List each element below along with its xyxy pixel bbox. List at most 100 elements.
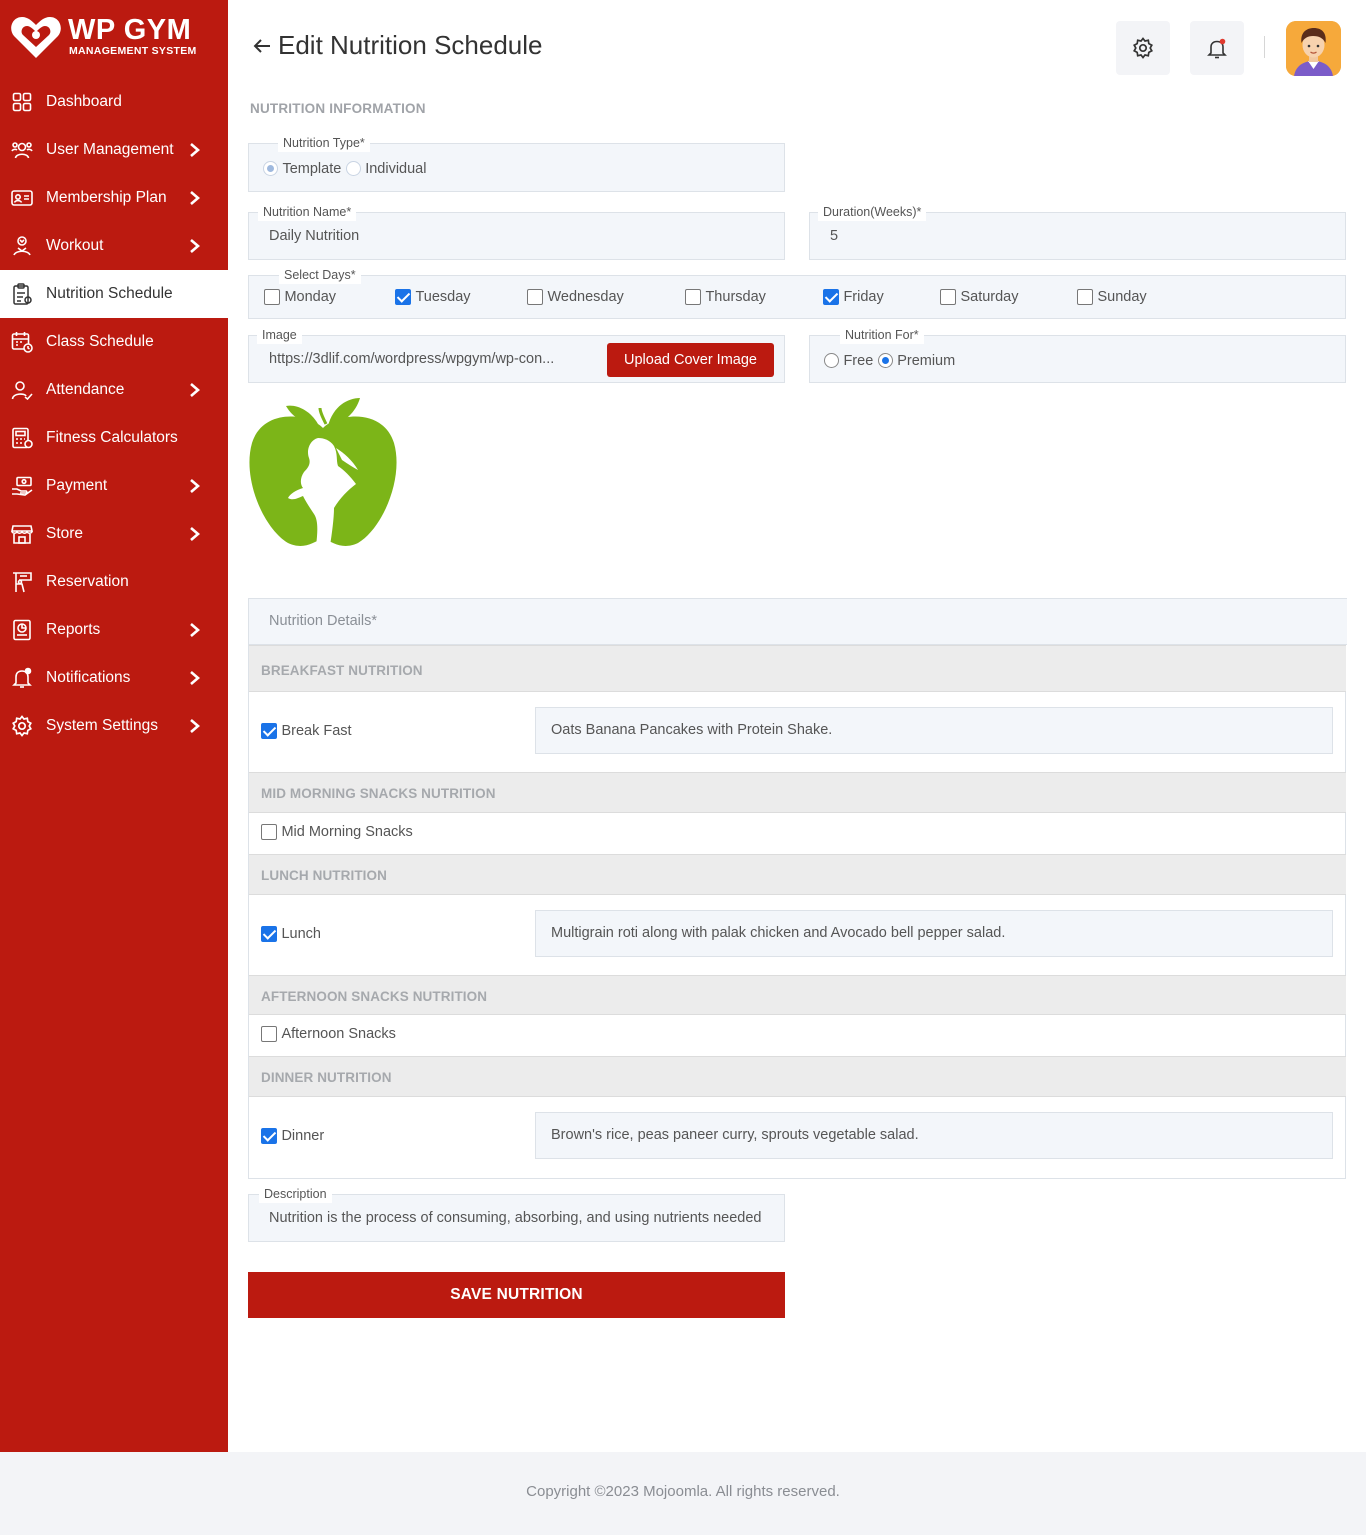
sidebar-nav: Dashboard User Management Membership Pla… bbox=[0, 78, 228, 750]
day-thursday[interactable]: Thursday bbox=[685, 288, 766, 306]
back-arrow-icon[interactable] bbox=[250, 34, 274, 58]
breakfast-input[interactable]: Oats Banana Pancakes with Protein Shake. bbox=[535, 707, 1333, 754]
tuesday-checkbox[interactable] bbox=[395, 288, 411, 305]
sidebar-item-label: Store bbox=[46, 525, 84, 542]
image-legend: Image bbox=[257, 326, 302, 344]
lunch-row[interactable]: Lunch bbox=[261, 925, 321, 943]
page-title: Edit Nutrition Schedule bbox=[278, 30, 543, 60]
saturday-checkbox[interactable] bbox=[940, 288, 956, 305]
chevron-right-icon bbox=[190, 623, 200, 637]
section-label-nutrition-information: NUTRITION INFORMATION bbox=[250, 101, 426, 116]
friday-checkbox[interactable] bbox=[823, 288, 839, 305]
nutrition-name-field[interactable]: Nutrition Name* Daily Nutrition bbox=[248, 203, 785, 260]
nutrition-for-field: Nutrition For* Free Premium bbox=[809, 326, 1346, 383]
lunch-section-header: LUNCH NUTRITION bbox=[249, 854, 1346, 895]
day-monday[interactable]: Monday bbox=[264, 288, 336, 306]
nutrition-details-label: Nutrition Details* bbox=[269, 613, 377, 629]
duration-weeks-value: 5 bbox=[830, 228, 839, 244]
thursday-checkbox[interactable] bbox=[685, 288, 701, 305]
report-icon bbox=[11, 619, 33, 641]
nutrition-details-panel: Nutrition Details* BREAKFAST NUTRITION B… bbox=[248, 598, 1347, 1179]
individual-radio-label: Individual bbox=[365, 160, 427, 177]
afternoon-row[interactable]: Afternoon Snacks bbox=[261, 1025, 396, 1043]
saturday-label: Saturday bbox=[960, 288, 1019, 305]
premium-radio[interactable] bbox=[877, 353, 893, 369]
calendar-icon bbox=[11, 331, 33, 353]
bell-icon bbox=[1207, 38, 1227, 59]
notifications-button[interactable] bbox=[1190, 21, 1244, 75]
avatar[interactable] bbox=[1286, 21, 1341, 76]
day-wednesday[interactable]: Wednesday bbox=[527, 288, 624, 306]
breakfast-checkbox[interactable] bbox=[261, 722, 277, 739]
sunday-checkbox[interactable] bbox=[1077, 288, 1093, 305]
duration-weeks-legend: Duration(Weeks)* bbox=[818, 203, 927, 221]
sidebar-item-nutrition-schedule[interactable]: Nutrition Schedule bbox=[0, 270, 228, 318]
sidebar-item-fitness-calculators[interactable]: Fitness Calculators bbox=[0, 414, 228, 462]
footer: Copyright ©2023 Mojoomla. All rights res… bbox=[0, 1452, 1366, 1535]
nutrition-name-value: Daily Nutrition bbox=[269, 228, 360, 244]
brand-logo[interactable]: WP GYM MANAGEMENT SYSTEM bbox=[10, 12, 220, 62]
sidebar-item-user-management[interactable]: User Management bbox=[0, 126, 228, 174]
lunch-input[interactable]: Multigrain roti along with palak chicken… bbox=[535, 910, 1333, 957]
sidebar-item-attendance[interactable]: Attendance bbox=[0, 366, 228, 414]
day-saturday[interactable]: Saturday bbox=[940, 288, 1019, 306]
store-icon bbox=[11, 523, 33, 545]
user-avatar-icon bbox=[1286, 21, 1341, 76]
sidebar-item-reports[interactable]: Reports bbox=[0, 606, 228, 654]
header-divider bbox=[1264, 36, 1265, 58]
sidebar-item-notifications[interactable]: Notifications bbox=[0, 654, 228, 702]
day-tuesday[interactable]: Tuesday bbox=[395, 288, 471, 306]
settings-button[interactable] bbox=[1116, 21, 1170, 75]
free-radio[interactable] bbox=[824, 353, 839, 369]
image-url-value[interactable]: https://3dlif.com/wordpress/wpgym/wp-con… bbox=[269, 351, 599, 367]
sidebar-item-label: Reports bbox=[46, 621, 101, 638]
sidebar-item-reservation[interactable]: Reservation bbox=[0, 558, 228, 606]
free-radio-label: Free bbox=[843, 352, 874, 369]
sidebar-item-class-schedule[interactable]: Class Schedule bbox=[0, 318, 228, 366]
breakfast-section-header: BREAKFAST NUTRITION bbox=[249, 645, 1346, 692]
mid-morning-section-title: MID MORNING SNACKS NUTRITION bbox=[261, 786, 496, 801]
afternoon-section-title: AFTERNOON SNACKS NUTRITION bbox=[261, 989, 488, 1004]
reservation-icon bbox=[11, 571, 33, 593]
dinner-row[interactable]: Dinner bbox=[261, 1127, 324, 1145]
description-field[interactable]: Description Nutrition is the process of … bbox=[248, 1185, 785, 1242]
dinner-section-title: DINNER NUTRITION bbox=[261, 1070, 392, 1085]
sidebar-item-store[interactable]: Store bbox=[0, 510, 228, 558]
save-nutrition-button[interactable]: SAVE NUTRITION bbox=[248, 1272, 785, 1318]
sidebar-item-label: Membership Plan bbox=[46, 189, 167, 206]
individual-radio[interactable] bbox=[345, 161, 361, 177]
mid-morning-checkbox[interactable] bbox=[261, 823, 277, 840]
brand-title: WP GYM bbox=[68, 14, 192, 46]
template-radio[interactable] bbox=[263, 161, 278, 177]
bell-icon bbox=[11, 667, 33, 689]
sidebar-item-payment[interactable]: Payment bbox=[0, 462, 228, 510]
sidebar-item-label: Dashboard bbox=[46, 93, 122, 110]
sidebar-item-dashboard[interactable]: Dashboard bbox=[0, 78, 228, 126]
lunch-label: Lunch bbox=[281, 925, 321, 942]
breakfast-row[interactable]: Break Fast bbox=[261, 722, 352, 740]
tuesday-label: Tuesday bbox=[415, 288, 471, 305]
lunch-checkbox[interactable] bbox=[261, 925, 277, 942]
day-friday[interactable]: Friday bbox=[823, 288, 884, 306]
dinner-input[interactable]: Brown's rice, peas paneer curry, sprouts… bbox=[535, 1112, 1333, 1159]
mid-morning-label: Mid Morning Snacks bbox=[281, 823, 413, 840]
sidebar-item-workout[interactable]: Workout bbox=[0, 222, 228, 270]
sidebar-item-system-settings[interactable]: System Settings bbox=[0, 702, 228, 750]
payment-hand-icon bbox=[11, 475, 33, 497]
sidebar-item-membership-plan[interactable]: Membership Plan bbox=[0, 174, 228, 222]
mid-morning-row[interactable]: Mid Morning Snacks bbox=[261, 823, 413, 841]
duration-weeks-field[interactable]: Duration(Weeks)* 5 bbox=[809, 203, 1346, 260]
monday-checkbox[interactable] bbox=[264, 288, 280, 305]
chevron-right-icon bbox=[190, 191, 200, 205]
wednesday-checkbox[interactable] bbox=[527, 288, 543, 305]
upload-cover-image-button[interactable]: Upload Cover Image bbox=[607, 343, 774, 377]
lunch-value: Multigrain roti along with palak chicken… bbox=[551, 925, 1006, 941]
breakfast-label: Break Fast bbox=[281, 722, 352, 739]
select-days-legend: Select Days* bbox=[279, 266, 361, 284]
day-sunday[interactable]: Sunday bbox=[1077, 288, 1147, 306]
nutrition-type-field: Nutrition Type* Template Individual bbox=[248, 134, 785, 192]
afternoon-checkbox[interactable] bbox=[261, 1025, 277, 1042]
sidebar-item-label: Nutrition Schedule bbox=[46, 285, 173, 302]
dinner-checkbox[interactable] bbox=[261, 1127, 277, 1144]
chevron-right-icon bbox=[190, 383, 200, 397]
